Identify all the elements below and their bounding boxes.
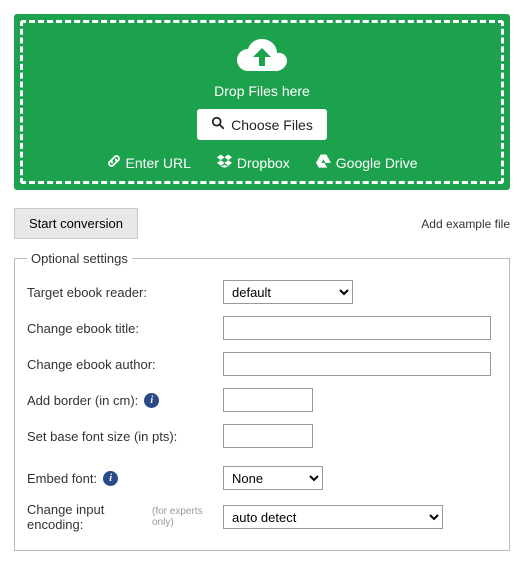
row-font-size: Set base font size (in pts):	[27, 424, 497, 448]
encoding-select[interactable]: auto detect	[223, 505, 443, 529]
row-target-reader: Target ebook reader: default	[27, 280, 497, 304]
cloud-upload-icon	[31, 37, 493, 77]
optional-settings-legend: Optional settings	[27, 251, 132, 266]
label-target-reader: Target ebook reader:	[27, 285, 147, 300]
row-author: Change ebook author:	[27, 352, 497, 376]
embed-font-select[interactable]: None	[223, 466, 323, 490]
row-embed-font: Embed font: i None	[27, 466, 497, 490]
label-title: Change ebook title:	[27, 321, 139, 336]
choose-files-button[interactable]: Choose Files	[197, 109, 327, 140]
enter-url-label: Enter URL	[126, 155, 191, 171]
dropbox-link[interactable]: Dropbox	[217, 154, 290, 171]
dropbox-label: Dropbox	[237, 155, 290, 171]
info-icon[interactable]: i	[103, 471, 118, 486]
google-drive-label: Google Drive	[336, 155, 418, 171]
drop-text: Drop Files here	[31, 83, 493, 99]
enter-url-link[interactable]: Enter URL	[107, 154, 191, 171]
target-reader-select[interactable]: default	[223, 280, 353, 304]
label-border: Add border (in cm):	[27, 393, 138, 408]
row-title: Change ebook title:	[27, 316, 497, 340]
add-example-file-link[interactable]: Add example file	[421, 217, 510, 231]
upload-dropzone[interactable]: Drop Files here Choose Files Enter URL D…	[14, 14, 510, 190]
border-input[interactable]	[223, 388, 313, 412]
info-icon[interactable]: i	[144, 393, 159, 408]
row-border: Add border (in cm): i	[27, 388, 497, 412]
row-encoding: Change input encoding: (for experts only…	[27, 502, 497, 532]
link-icon	[107, 154, 121, 171]
upload-inner: Drop Files here Choose Files Enter URL D…	[20, 20, 504, 184]
google-drive-link[interactable]: Google Drive	[316, 154, 418, 171]
alt-sources: Enter URL Dropbox Google Drive	[31, 154, 493, 171]
author-input[interactable]	[223, 352, 491, 376]
encoding-hint: (for experts only)	[152, 506, 217, 528]
optional-settings-fieldset: Optional settings Target ebook reader: d…	[14, 251, 510, 551]
google-drive-icon	[316, 154, 331, 171]
title-input[interactable]	[223, 316, 491, 340]
font-size-input[interactable]	[223, 424, 313, 448]
label-embed-font: Embed font:	[27, 471, 97, 486]
start-conversion-button[interactable]: Start conversion	[14, 208, 138, 239]
label-encoding: Change input encoding:	[27, 502, 146, 532]
actions-row: Start conversion Add example file	[14, 208, 510, 239]
search-icon	[211, 116, 225, 133]
dropbox-icon	[217, 154, 232, 171]
label-author: Change ebook author:	[27, 357, 156, 372]
label-font-size: Set base font size (in pts):	[27, 429, 177, 444]
choose-files-label: Choose Files	[231, 117, 313, 133]
